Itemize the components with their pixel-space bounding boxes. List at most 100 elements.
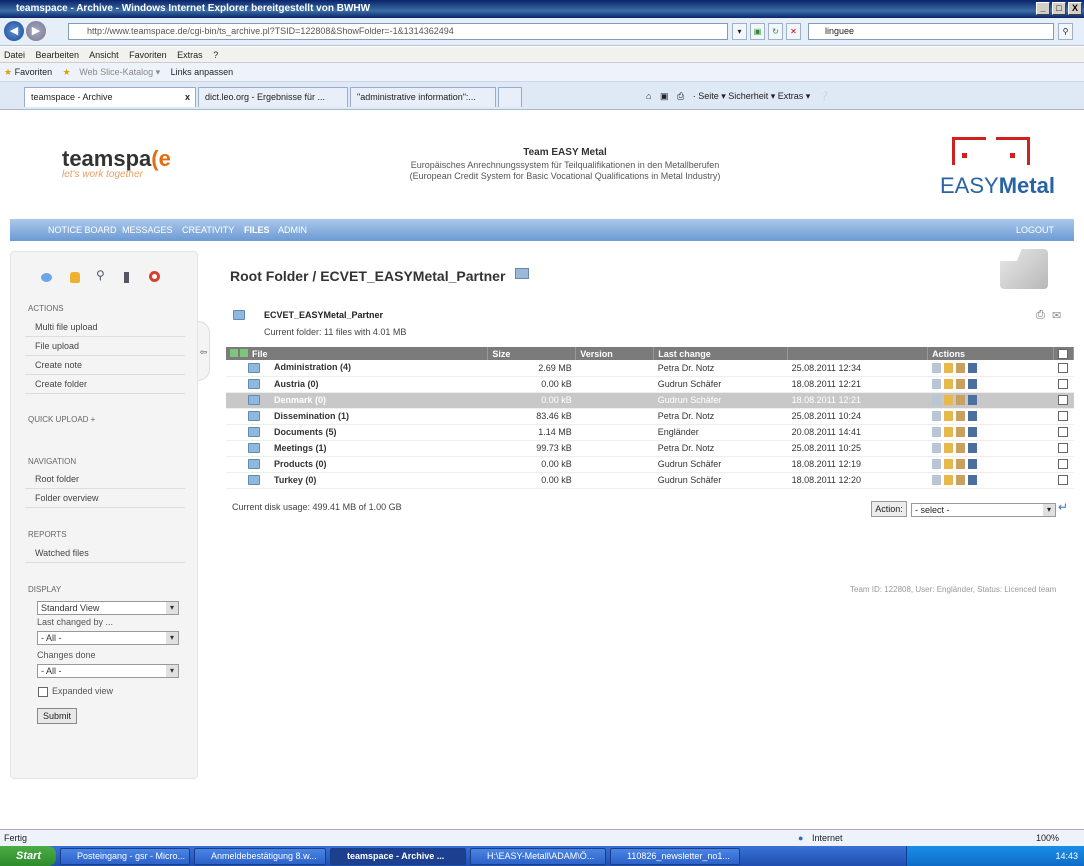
stop-icon[interactable]: ✕ bbox=[786, 23, 801, 40]
delete-icon[interactable] bbox=[967, 459, 977, 470]
delete-icon[interactable] bbox=[967, 411, 977, 422]
table-row[interactable]: Turkey (0) 0.00 kB Gudrun Schäfer 18.08.201… bbox=[226, 472, 1074, 489]
move-icon[interactable] bbox=[955, 475, 965, 486]
search-input[interactable]: linguee bbox=[808, 23, 1054, 40]
table-row[interactable]: Products (0) 0.00 kB Gudrun Schäfer 18.08.2… bbox=[226, 456, 1074, 473]
links-anpassen-link[interactable]: Links anpassen bbox=[171, 67, 234, 77]
close-window-button[interactable]: X bbox=[1068, 2, 1082, 15]
folder-link[interactable]: Austria (0) bbox=[274, 379, 319, 389]
root-folder-link[interactable]: Root folder bbox=[25, 470, 185, 489]
delete-icon[interactable] bbox=[967, 475, 977, 486]
task-posteingang[interactable]: Posteingang - gsr - Micro... bbox=[60, 848, 190, 865]
edit-icon[interactable] bbox=[943, 443, 953, 454]
move-icon[interactable] bbox=[955, 427, 965, 438]
edit-icon[interactable] bbox=[943, 459, 953, 470]
task-newsletter[interactable]: 110826_newsletter_no1... bbox=[610, 848, 740, 865]
delete-icon[interactable] bbox=[967, 427, 977, 438]
command-menu-text[interactable]: · Seite ▾ Sicherheit ▾ Extras ▾ bbox=[693, 91, 811, 101]
table-row[interactable]: Administration (4) 2.69 MB Petra Dr. Notz 2… bbox=[226, 360, 1074, 377]
row-checkbox[interactable] bbox=[1058, 459, 1069, 470]
download-icon[interactable] bbox=[931, 395, 941, 406]
tab-administrative-information[interactable]: "administrative information":... bbox=[350, 87, 496, 107]
file-upload-link[interactable]: File upload bbox=[25, 337, 185, 356]
edit-icon[interactable] bbox=[943, 395, 953, 406]
compat-icon[interactable]: ▣ bbox=[750, 23, 765, 40]
edit-icon[interactable] bbox=[943, 411, 953, 422]
start-button[interactable]: Start bbox=[0, 846, 56, 866]
edit-icon[interactable] bbox=[943, 475, 953, 486]
email-icon[interactable]: ✉ bbox=[1052, 309, 1061, 322]
menu-item-datei[interactable]: Datei bbox=[4, 50, 25, 60]
column-last-change[interactable]: Last change bbox=[653, 347, 789, 360]
menu-item-favoriten[interactable]: Favoriten bbox=[129, 50, 167, 60]
table-row[interactable]: Dissemination (1) 83.46 kB Petra Dr. Notz 2… bbox=[226, 408, 1074, 425]
move-icon[interactable] bbox=[955, 363, 965, 374]
menu-item-ansicht[interactable]: Ansicht bbox=[89, 50, 119, 60]
expand-all-icon[interactable] bbox=[230, 348, 238, 357]
tab-dict-leo[interactable]: dict.leo.org - Ergebnisse für ... bbox=[198, 87, 348, 107]
view-select[interactable]: Standard View ▾ bbox=[37, 601, 179, 615]
dropdown-icon[interactable]: ▾ bbox=[732, 23, 747, 40]
row-checkbox[interactable] bbox=[1058, 395, 1069, 406]
folder-link[interactable]: Turkey (0) bbox=[274, 475, 316, 485]
menu-item-bearbeiten[interactable]: Bearbeiten bbox=[36, 50, 80, 60]
folder-link[interactable]: Products (0) bbox=[274, 459, 327, 469]
download-icon[interactable] bbox=[931, 475, 941, 486]
move-icon[interactable] bbox=[955, 411, 965, 422]
user-icon[interactable] bbox=[70, 272, 80, 283]
column-file[interactable]: File bbox=[226, 347, 489, 360]
delete-icon[interactable] bbox=[967, 395, 977, 406]
collapse-sidebar-icon[interactable]: ⇦ bbox=[198, 321, 210, 381]
clock[interactable]: 14:43 bbox=[1055, 851, 1078, 861]
folder-link[interactable]: Dissemination (1) bbox=[274, 411, 349, 421]
create-note-link[interactable]: Create note bbox=[25, 356, 185, 375]
add-favorite-icon[interactable]: ★ bbox=[63, 67, 71, 77]
edit-icon[interactable] bbox=[943, 427, 953, 438]
messages-icon[interactable] bbox=[41, 273, 52, 282]
create-folder-link[interactable]: Create folder bbox=[25, 375, 185, 394]
minimize-button[interactable]: _ bbox=[1036, 2, 1050, 15]
table-row[interactable]: Documents (5) 1.14 MB Engländer 20.08.2011 … bbox=[226, 424, 1074, 441]
table-row[interactable]: Austria (0) 0.00 kB Gudrun Schäfer 18.08.20… bbox=[226, 376, 1074, 393]
table-row[interactable]: Meetings (1) 99.73 kB Petra Dr. Notz 25.08.… bbox=[226, 440, 1074, 457]
menu-item-help[interactable]: ? bbox=[213, 50, 218, 60]
download-icon[interactable] bbox=[931, 443, 941, 454]
nav-notice-board[interactable]: NOTICE BOARD bbox=[48, 219, 117, 241]
url-input[interactable]: http://www.teamspace.de/cgi-bin/ts_archi… bbox=[68, 23, 728, 40]
print-icon[interactable]: ⎙ bbox=[677, 91, 684, 101]
tab-teamspace-archive[interactable]: teamspace - Archive x bbox=[24, 87, 196, 107]
action-button[interactable]: Action: bbox=[871, 501, 907, 517]
table-row[interactable]: Denmark (0) 0.00 kB Gudrun Schäfer 18.08.20… bbox=[226, 392, 1074, 409]
row-checkbox[interactable] bbox=[1058, 411, 1069, 422]
search-icon[interactable]: ⚲ bbox=[96, 268, 105, 282]
changes-done-select[interactable]: - All - ▾ bbox=[37, 664, 179, 678]
delete-icon[interactable] bbox=[967, 379, 977, 390]
move-icon[interactable] bbox=[955, 459, 965, 470]
task-anmeldebestaetigung[interactable]: Anmeldebestätigung 8.w... bbox=[194, 848, 326, 865]
rss-icon[interactable]: ▣ bbox=[660, 91, 669, 101]
folder-link[interactable]: Administration (4) bbox=[274, 362, 351, 372]
column-version[interactable]: Version bbox=[575, 347, 655, 360]
download-icon[interactable] bbox=[931, 379, 941, 390]
row-checkbox[interactable] bbox=[1058, 443, 1069, 454]
home-icon[interactable]: ⌂ bbox=[646, 91, 651, 101]
refresh-icon[interactable]: ↻ bbox=[768, 23, 783, 40]
help-icon[interactable]: ❔ bbox=[819, 91, 830, 101]
zoom-level[interactable]: 100% bbox=[1036, 830, 1059, 847]
row-checkbox[interactable] bbox=[1058, 363, 1069, 374]
folder-link[interactable]: Documents (5) bbox=[274, 427, 337, 437]
multi-file-upload-link[interactable]: Multi file upload bbox=[25, 318, 185, 337]
folder-link[interactable]: Denmark (0) bbox=[274, 395, 326, 405]
nav-creativity[interactable]: CREATIVITY bbox=[182, 219, 234, 241]
folder-overview-link[interactable]: Folder overview bbox=[25, 489, 185, 508]
download-icon[interactable] bbox=[931, 459, 941, 470]
folder-search-icon[interactable] bbox=[515, 268, 530, 279]
delete-icon[interactable] bbox=[967, 443, 977, 454]
logout-link[interactable]: LOGOUT bbox=[1016, 219, 1054, 241]
maximize-button[interactable]: □ bbox=[1052, 2, 1066, 15]
last-changed-select[interactable]: - All - ▾ bbox=[37, 631, 179, 645]
forward-icon[interactable]: ▶ bbox=[26, 21, 46, 41]
quick-upload-toggle[interactable]: QUICK UPLOAD + bbox=[28, 415, 95, 424]
favorites-button[interactable]: Favoriten bbox=[15, 67, 53, 77]
row-checkbox[interactable] bbox=[1058, 475, 1069, 486]
